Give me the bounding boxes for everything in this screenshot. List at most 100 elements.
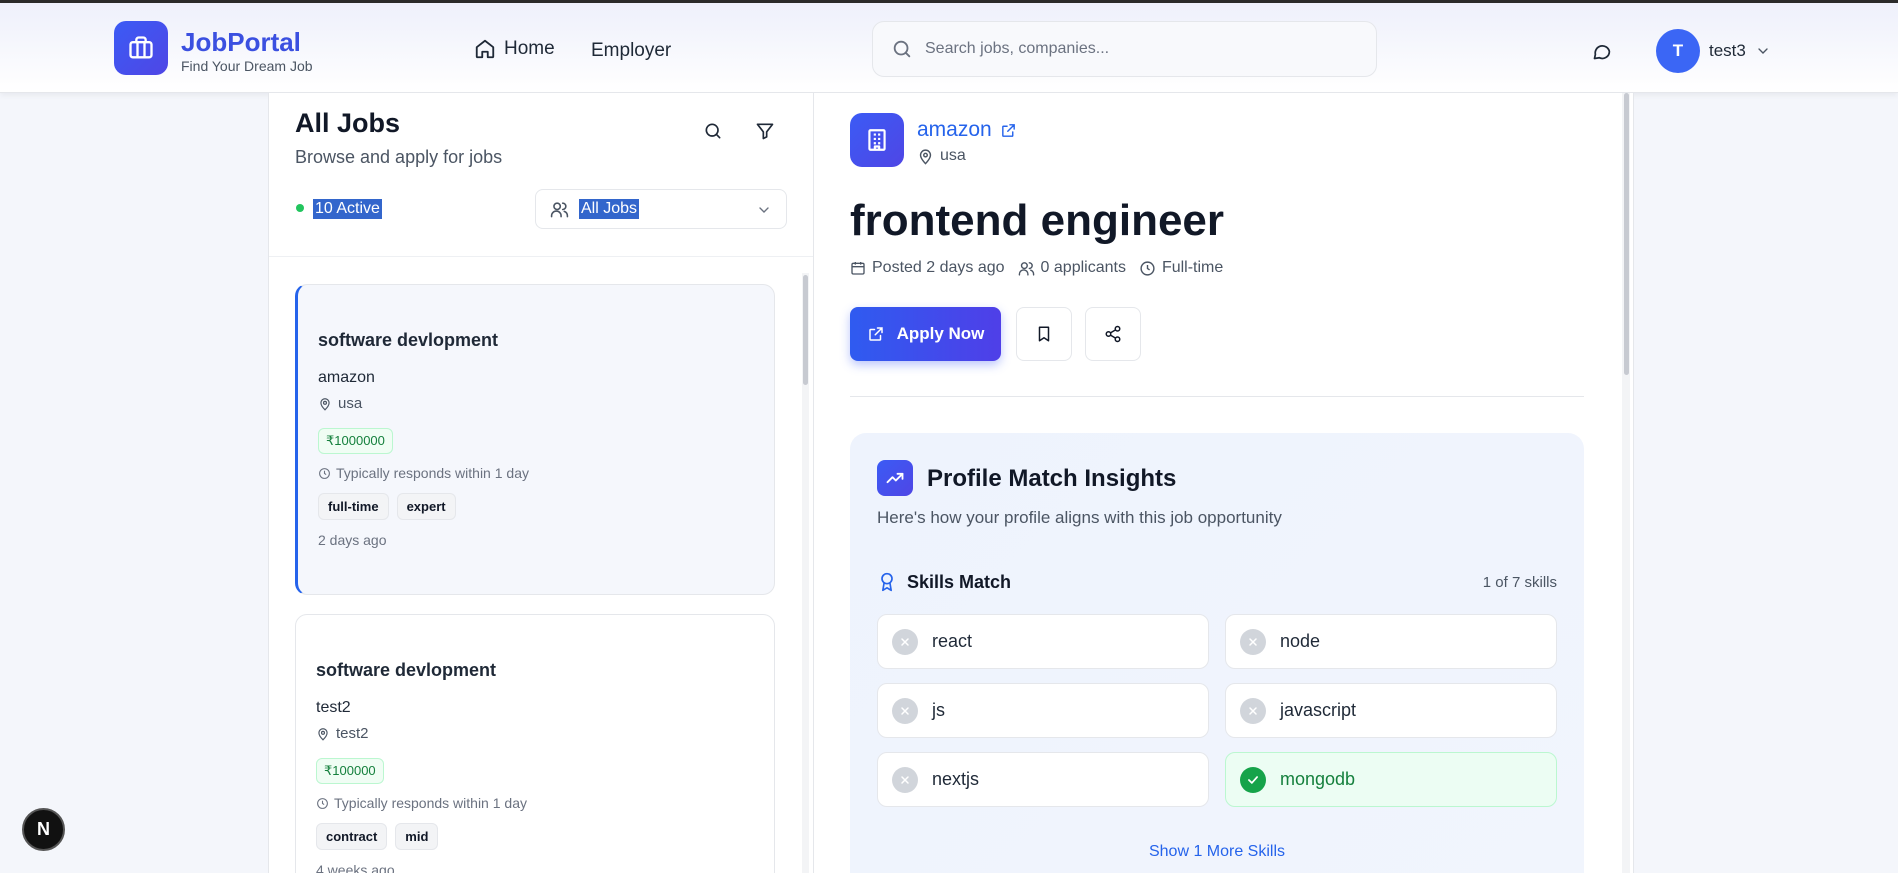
- user-avatar[interactable]: T: [1656, 29, 1700, 73]
- search-icon: [893, 40, 911, 58]
- skills-match-label: Skills Match: [907, 571, 1012, 592]
- trending-up-icon: [877, 460, 913, 496]
- job-meta: Posted 2 days ago 0 applicants Full-time: [850, 259, 1223, 277]
- calendar-icon: [851, 262, 865, 275]
- posted-time: 4 weeks ago: [316, 862, 395, 873]
- divider: [269, 256, 813, 257]
- job-card-title: software devlopment: [316, 660, 497, 680]
- share-button[interactable]: [1085, 307, 1141, 361]
- tag: full-time: [318, 493, 389, 520]
- response-time: Typically responds within 1 day: [316, 795, 527, 811]
- job-tags: contract mid: [316, 823, 439, 850]
- job-card[interactable]: software devlopment amazon usa ₹1000000 …: [295, 284, 775, 595]
- x-circle-icon: [1240, 628, 1266, 655]
- skill-name: node: [1280, 631, 1321, 651]
- top-navbar: JobPortal Find Your Dream Job Home Emplo…: [0, 3, 1898, 93]
- job-tags: full-time expert: [318, 493, 456, 520]
- x-circle-icon: [892, 697, 918, 724]
- bookmark-icon: [1038, 326, 1050, 342]
- skill-chip: react: [877, 614, 1209, 669]
- user-name[interactable]: test3: [1709, 41, 1746, 61]
- tag: expert: [396, 493, 456, 520]
- job-card-location: test2: [316, 725, 369, 742]
- skill-name: javascript: [1280, 700, 1357, 720]
- apply-now-label: Apply Now: [896, 324, 985, 343]
- job-card-title: software devlopment: [318, 330, 499, 350]
- skill-name: mongodb: [1280, 769, 1356, 789]
- jobs-list-scrollbar-thumb[interactable]: [803, 275, 808, 385]
- applicants-count: 0 applicants: [1018, 259, 1126, 277]
- job-card-location-text: test2: [336, 725, 369, 742]
- salary-badge: ₹1000000: [318, 428, 393, 454]
- page-subtitle: Browse and apply for jobs: [295, 147, 503, 167]
- job-card[interactable]: software devlopment test2 test2 ₹100000 …: [295, 614, 775, 873]
- skills-match-heading: Skills Match: [877, 571, 1011, 593]
- job-card-company: amazon: [318, 369, 375, 386]
- dev-tools-badge[interactable]: N: [22, 808, 65, 851]
- job-card-location: usa: [318, 395, 362, 412]
- nav-home-label: Home: [504, 38, 555, 59]
- divider: [850, 396, 1584, 397]
- skill-name: nextjs: [932, 769, 980, 789]
- job-detail-panel: amazon usa frontend engineer Posted 2 da…: [814, 93, 1634, 873]
- chevron-down-icon[interactable]: [1755, 43, 1771, 64]
- bookmark-button[interactable]: [1016, 307, 1072, 361]
- job-title: frontend engineer: [850, 196, 1225, 245]
- response-time-text: Typically responds within 1 day: [334, 795, 527, 811]
- users-icon: [1018, 261, 1034, 276]
- skill-chip: js: [877, 683, 1209, 738]
- skill-chip-matched: mongodb: [1225, 752, 1557, 807]
- insights-title: Profile Match Insights: [927, 465, 1177, 492]
- job-type-text: Full-time: [1161, 259, 1224, 276]
- skill-chip: javascript: [1225, 683, 1557, 738]
- company-location: usa: [917, 147, 966, 165]
- job-filter-value: All Jobs: [579, 199, 640, 219]
- building-icon: [850, 113, 904, 167]
- message-icon[interactable]: [1591, 41, 1612, 67]
- brand-tagline: Find Your Dream Job: [181, 58, 313, 74]
- x-circle-icon: [892, 628, 918, 655]
- company-location-text: usa: [940, 147, 966, 164]
- map-pin-icon: [919, 148, 932, 165]
- filter-icon[interactable]: [755, 121, 775, 146]
- search-input[interactable]: [925, 40, 1345, 58]
- x-circle-icon: [1240, 697, 1266, 724]
- clock-icon: [319, 467, 330, 479]
- map-pin-icon: [318, 727, 328, 741]
- company-name: amazon: [917, 118, 992, 141]
- active-status-dot: [296, 204, 304, 212]
- job-card-company: test2: [316, 699, 351, 716]
- global-search-bar[interactable]: [872, 21, 1377, 77]
- external-link-icon: [868, 327, 883, 341]
- check-circle-icon: [1240, 766, 1266, 793]
- jobs-list-panel: All Jobs Browse and apply for jobs 10 Ac…: [268, 93, 814, 873]
- skill-chip: nextjs: [877, 752, 1209, 807]
- show-more-skills-button[interactable]: Show 1 More Skills: [850, 843, 1584, 861]
- home-icon: [475, 39, 495, 59]
- brand-name[interactable]: JobPortal: [181, 27, 301, 58]
- skill-chip: node: [1225, 614, 1557, 669]
- nav-employer-link[interactable]: Employer: [591, 40, 671, 62]
- company-link[interactable]: amazon: [917, 118, 1017, 142]
- job-type: Full-time: [1139, 259, 1223, 277]
- salary-badge: ₹100000: [316, 758, 384, 784]
- response-time: Typically responds within 1 day: [318, 465, 529, 481]
- briefcase-icon[interactable]: [114, 21, 168, 75]
- job-filter-select[interactable]: All Jobs: [535, 189, 787, 229]
- share-icon: [1105, 325, 1121, 343]
- x-circle-icon: [892, 766, 918, 793]
- skills-count: 1 of 7 skills: [1482, 574, 1557, 591]
- apply-now-button[interactable]: Apply Now: [850, 307, 1001, 361]
- clock-icon: [317, 797, 328, 809]
- tag: contract: [316, 823, 388, 850]
- posted-time: 2 days ago: [318, 532, 387, 548]
- clock-icon: [1140, 260, 1155, 276]
- chevron-down-icon: [759, 207, 769, 213]
- detail-scrollbar-thumb[interactable]: [1624, 93, 1629, 375]
- search-icon[interactable]: [703, 121, 723, 146]
- posted-date-text: Posted 2 days ago: [872, 259, 1005, 276]
- profile-match-insights: Profile Match Insights Here's how your p…: [850, 433, 1584, 873]
- page-title: All Jobs: [295, 108, 401, 138]
- tag: mid: [395, 823, 439, 850]
- nav-home-link[interactable]: Home: [474, 38, 555, 60]
